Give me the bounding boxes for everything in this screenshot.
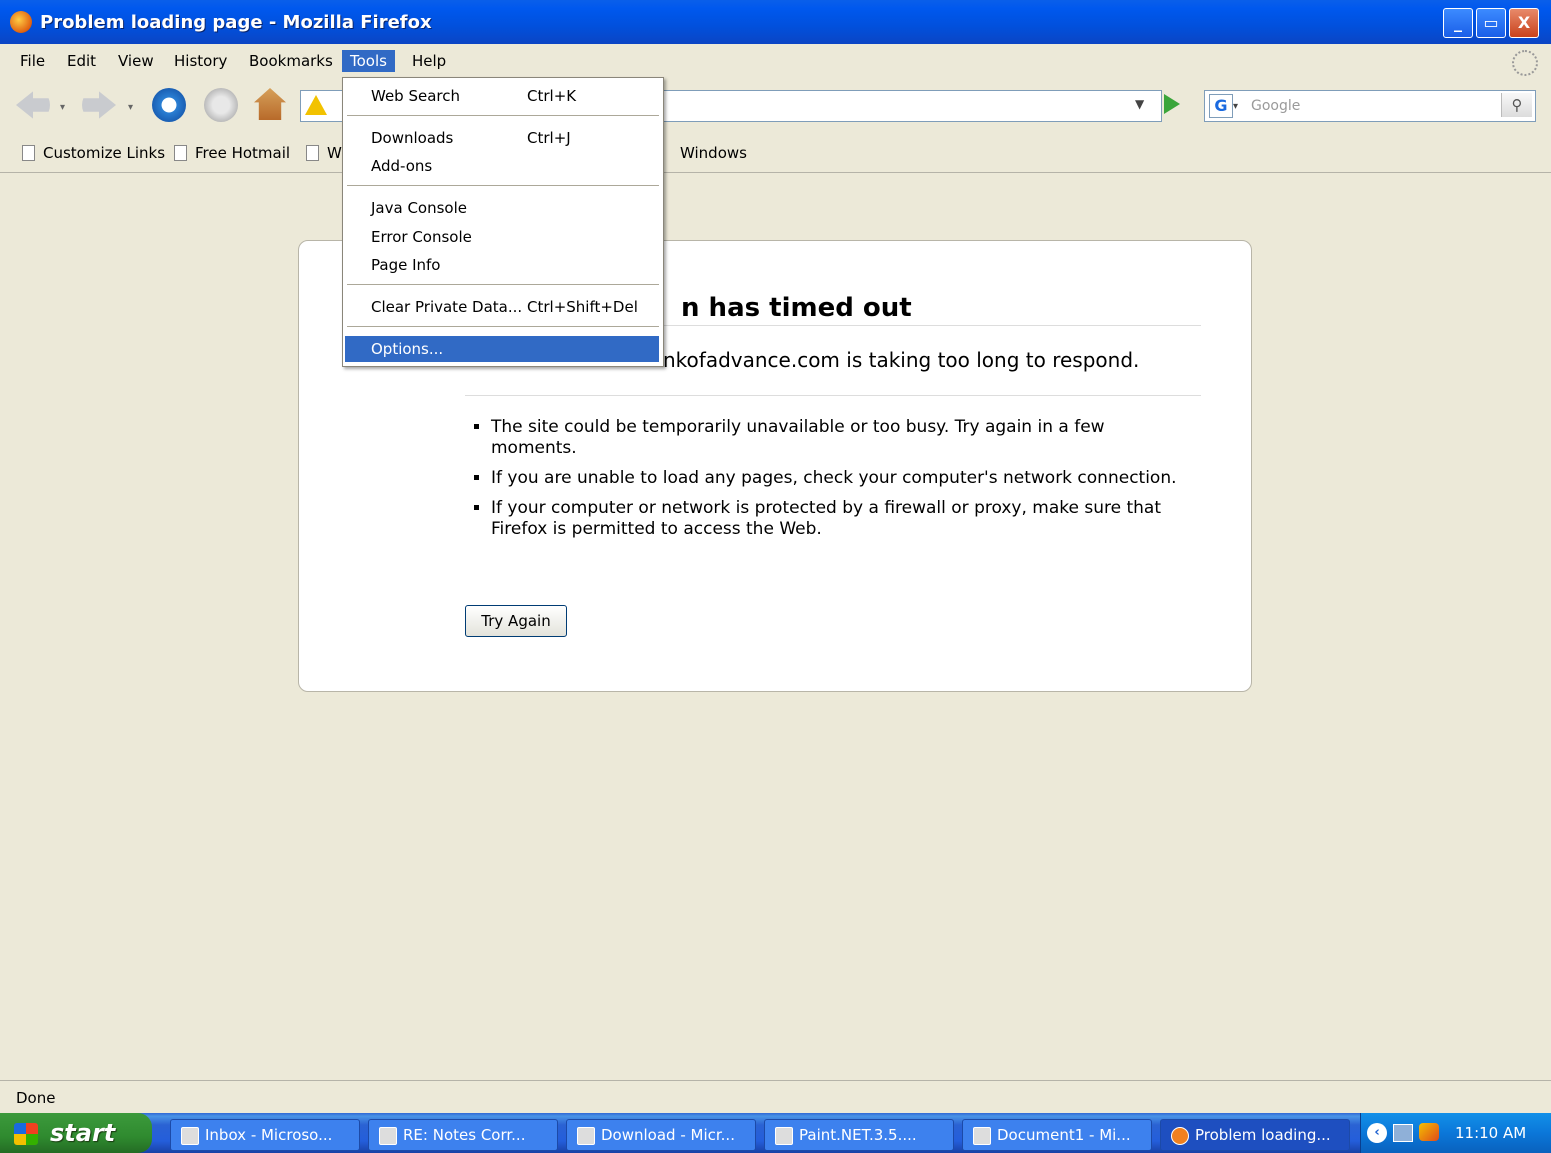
firefox-icon	[1171, 1127, 1189, 1145]
url-dropdown-icon[interactable]: ▼	[1135, 97, 1144, 111]
try-again-button[interactable]: Try Again	[465, 605, 567, 637]
page-icon	[306, 145, 319, 161]
page-icon	[174, 145, 187, 161]
reload-icon[interactable]	[152, 88, 186, 122]
menu-history[interactable]: History	[166, 50, 235, 72]
bookmark-w[interactable]: W	[306, 144, 342, 162]
menu-separator	[347, 326, 659, 327]
taskbar-item-active[interactable]: Problem loading...	[1160, 1119, 1350, 1151]
window-title: Problem loading page - Mozilla Firefox	[40, 12, 432, 33]
show-hidden-icons-icon[interactable]: ‹	[1367, 1123, 1387, 1143]
bookmark-free-hotmail[interactable]: Free Hotmail	[174, 144, 290, 162]
warning-icon	[305, 95, 327, 115]
forward-dropdown-icon[interactable]: ▾	[128, 102, 133, 113]
network-icon[interactable]	[1393, 1124, 1413, 1142]
menu-item-java-console[interactable]: Java Console	[345, 195, 659, 221]
menu-separator	[347, 115, 659, 116]
outlook-icon	[181, 1127, 199, 1145]
navigation-toolbar: ▾ ▾ ▼ G ▾ Google ⚲	[0, 76, 1551, 134]
menu-edit[interactable]: Edit	[59, 50, 104, 72]
word-icon	[973, 1127, 991, 1145]
stop-icon[interactable]	[204, 88, 238, 122]
menu-file[interactable]: File	[12, 50, 53, 72]
list-item: If your computer or network is protected…	[491, 498, 1191, 540]
list-item: If you are unable to load any pages, che…	[491, 468, 1191, 489]
menu-separator	[347, 185, 659, 186]
page-icon	[22, 145, 35, 161]
windows-logo-icon	[14, 1123, 38, 1145]
menu-item-page-info[interactable]: Page Info	[345, 252, 659, 278]
internet-explorer-icon	[577, 1127, 595, 1145]
list-item: The site could be temporarily unavailabl…	[491, 417, 1191, 459]
menu-item-downloads[interactable]: Downloads Ctrl+J	[345, 125, 659, 151]
back-icon[interactable]	[16, 91, 50, 119]
menu-view[interactable]: View	[110, 50, 162, 72]
start-button[interactable]: start	[0, 1113, 152, 1153]
error-title: n has timed out	[681, 293, 912, 323]
taskbar-item[interactable]: Download - Micr...	[566, 1119, 756, 1151]
bookmark-label: Customize Links	[43, 144, 166, 162]
go-icon[interactable]	[1164, 94, 1180, 114]
firefox-icon	[10, 11, 32, 33]
search-engine-icon[interactable]: G	[1209, 94, 1233, 118]
bookmarks-toolbar: Customize Links Free Hotmail W Windows	[0, 134, 1551, 173]
taskbar-item[interactable]: Inbox - Microso...	[170, 1119, 360, 1151]
menu-item-options[interactable]: Options...	[345, 336, 659, 362]
bookmark-customize-links[interactable]: Customize Links	[22, 144, 165, 162]
restore-button[interactable]: ▭	[1476, 8, 1506, 38]
minimize-button[interactable]: _	[1443, 8, 1473, 38]
taskbar-item[interactable]: RE: Notes Corr...	[368, 1119, 558, 1151]
messenger-icon[interactable]	[1419, 1123, 1439, 1141]
status-bar: Done	[0, 1080, 1551, 1113]
mail-icon	[379, 1127, 397, 1145]
back-dropdown-icon[interactable]: ▾	[60, 102, 65, 113]
title-bar[interactable]: Problem loading page - Mozilla Firefox _…	[0, 0, 1551, 44]
taskbar: start Inbox - Microso... RE: Notes Corr.…	[0, 1113, 1551, 1153]
taskbar-item[interactable]: Paint.NET.3.5....	[764, 1119, 954, 1151]
paint-net-icon	[775, 1127, 793, 1145]
bookmark-label: Windows	[680, 144, 747, 162]
menu-item-clear-private-data[interactable]: Clear Private Data... Ctrl+Shift+Del	[345, 294, 659, 320]
close-button[interactable]: X	[1509, 8, 1539, 38]
menu-bookmarks[interactable]: Bookmarks	[241, 50, 341, 72]
menu-help[interactable]: Help	[404, 50, 454, 72]
menu-tools[interactable]: Tools	[342, 50, 395, 72]
search-box[interactable]: G ▾ Google ⚲	[1204, 90, 1536, 122]
error-description: nkofadvance.com is taking too long to re…	[663, 348, 1140, 372]
start-label: start	[50, 1119, 116, 1147]
search-placeholder: Google	[1251, 98, 1301, 114]
error-suggestions: The site could be temporarily unavailabl…	[469, 417, 1191, 549]
tools-menu-dropdown: Web Search Ctrl+K Downloads Ctrl+J Add-ons…	[342, 77, 664, 367]
taskbar-item[interactable]: Document1 - Mi...	[962, 1119, 1152, 1151]
bookmark-windows[interactable]: Windows	[680, 144, 747, 162]
menu-bar: File Edit View History Bookmarks Tools H…	[0, 44, 1551, 76]
bookmark-label: W	[327, 144, 342, 162]
menu-separator	[347, 284, 659, 285]
engine-dropdown-icon[interactable]: ▾	[1233, 101, 1238, 112]
bookmark-label: Free Hotmail	[195, 144, 291, 162]
menu-item-add-ons[interactable]: Add-ons	[345, 153, 659, 179]
menu-item-error-console[interactable]: Error Console	[345, 224, 659, 250]
clock[interactable]: 11:10 AM	[1455, 1124, 1526, 1142]
home-icon[interactable]	[254, 88, 286, 120]
status-text: Done	[16, 1089, 56, 1107]
forward-icon[interactable]	[82, 91, 116, 119]
divider	[465, 395, 1201, 396]
search-magnifier-icon[interactable]: ⚲	[1501, 93, 1532, 117]
menu-item-web-search[interactable]: Web Search Ctrl+K	[345, 83, 659, 109]
throbber-icon	[1512, 50, 1538, 76]
system-tray: ‹ 11:10 AM	[1360, 1113, 1551, 1153]
